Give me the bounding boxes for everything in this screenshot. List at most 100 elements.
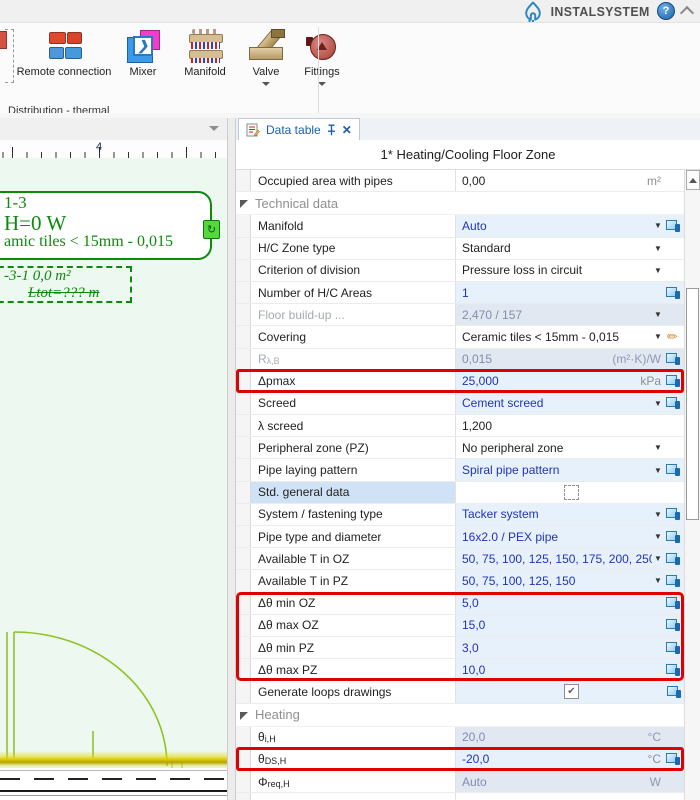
panel-collapse-icon[interactable] — [209, 126, 219, 131]
data-table-panel: Data table ✕ 1* Heating/Cooling Floor Zo… — [236, 118, 700, 800]
monitor-icon[interactable] — [666, 508, 680, 520]
table-row-dpmax-highlighted[interactable]: Δpmax 25,000kPa — [236, 371, 684, 393]
drawing-panel: 4 1-3 H=0 W amic tiles < 15mm - 0,015 ↻ … — [0, 118, 227, 800]
table-row[interactable]: Φreq,H AutoW — [236, 771, 684, 793]
table-row[interactable]: Number of H/C Areas 1 — [236, 282, 684, 304]
monitor-icon[interactable] — [666, 553, 680, 565]
instalsystem-window: INSTALSYSTEM ? Remote connection ❯ Mixer… — [0, 0, 700, 800]
collapse-ribbon-icon[interactable] — [680, 5, 694, 19]
dropdown-arrow-icon[interactable]: ▼ — [652, 510, 664, 519]
section-technical-data[interactable]: Technical data — [236, 192, 684, 215]
manifold-button[interactable]: Manifold — [170, 27, 240, 81]
brand-name: INSTALSYSTEM — [550, 4, 649, 19]
drawing-panel-header — [0, 118, 227, 141]
scroll-up-button[interactable] — [686, 170, 700, 190]
table-row-std-general-data[interactable]: Std. general data — [236, 482, 684, 504]
table-row[interactable]: System / fastening type Tacker system▼ — [236, 504, 684, 526]
monitor-icon[interactable] — [667, 686, 681, 698]
table-row[interactable]: Δθ max OZ 15,0 — [236, 615, 684, 637]
dropdown-arrow-icon[interactable]: ▼ — [652, 266, 664, 275]
door-arc-drawing — [0, 158, 227, 800]
checkbox-empty[interactable] — [564, 485, 579, 500]
dropdown-arrow-icon[interactable]: ▼ — [652, 332, 664, 341]
fittings-button[interactable]: Fittings — [292, 27, 352, 88]
pin-icon[interactable] — [327, 124, 336, 136]
dropdown-arrow-icon[interactable]: ▼ — [652, 532, 664, 541]
mixer-icon: ❯ — [126, 29, 160, 63]
monitor-icon[interactable] — [666, 464, 680, 476]
dropdown-arrow-icon[interactable]: ▼ — [652, 443, 664, 452]
panel-splitter[interactable] — [227, 118, 236, 800]
tab-data-table[interactable]: Data table ✕ — [238, 118, 360, 141]
dropdown-arrow-icon[interactable]: ▼ — [652, 399, 664, 408]
table-row[interactable]: Pipe type and diameter 16x2.0 / PEX pipe… — [236, 526, 684, 548]
table-row[interactable]: Δθ max PZ 10,0 — [236, 659, 684, 681]
table-row[interactable]: Available T in OZ 50, 75, 100, 125, 150,… — [236, 548, 684, 570]
table-row[interactable]: Covering Ceramic tiles < 15mm - 0,015▼✏ — [236, 326, 684, 348]
dropdown-arrow-icon[interactable]: ▼ — [652, 466, 664, 475]
monitor-icon[interactable] — [666, 664, 680, 676]
table-row[interactable]: Generate loops drawings ✔ — [236, 681, 684, 703]
table-row[interactable]: Δθ min OZ 5,0 — [236, 593, 684, 615]
wall-line — [0, 751, 227, 769]
table-row[interactable]: Available T in PZ 50, 75, 100, 125, 150▼ — [236, 570, 684, 592]
table-row[interactable]: Peripheral zone (PZ) No peripheral zone▼ — [236, 437, 684, 459]
table-row[interactable]: Pipe laying pattern Spiral pipe pattern▼ — [236, 459, 684, 481]
monitor-icon[interactable] — [666, 375, 680, 387]
horizontal-ruler: 4 — [0, 140, 227, 159]
scrollbar-thumb[interactable] — [686, 288, 699, 520]
fittings-dropdown-icon[interactable] — [318, 82, 326, 86]
tab-label: Data table — [266, 123, 321, 137]
dropdown-arrow-icon[interactable]: ▼ — [652, 554, 664, 563]
instalsystem-logo-icon — [523, 1, 543, 22]
monitor-icon[interactable] — [666, 619, 680, 631]
dropdown-arrow-icon[interactable]: ▼ — [652, 576, 664, 585]
table-row-theta-ds-highlighted[interactable]: θDS,H -20,0°C — [236, 749, 684, 771]
table-row[interactable]: Δθ min PZ 3,0 — [236, 637, 684, 659]
remote-connection-button[interactable]: Remote connection — [12, 27, 116, 81]
table-row-partial — [236, 793, 684, 800]
monitor-icon[interactable] — [666, 531, 680, 543]
wall-section-drawing — [0, 768, 227, 800]
remote-connection-icon — [47, 29, 81, 63]
table-row[interactable]: Screed Cement screed▼ — [236, 393, 684, 415]
help-button[interactable]: ? — [657, 2, 675, 20]
selection-title: 1* Heating/Cooling Floor Zone — [236, 140, 700, 170]
checkbox-checked[interactable]: ✔ — [564, 684, 579, 699]
title-bar: INSTALSYSTEM ? — [0, 0, 700, 23]
table-row[interactable]: Occupied area with pipes 0,00m² — [236, 170, 684, 192]
monitor-icon[interactable] — [666, 287, 680, 299]
monitor-icon[interactable] — [666, 220, 680, 232]
table-row[interactable]: θi,H 20,0°C — [236, 727, 684, 749]
monitor-icon[interactable] — [666, 642, 680, 654]
value-cell[interactable]: 0,00m² — [456, 170, 684, 191]
tab-strip: Data table ✕ — [236, 118, 700, 141]
table-row[interactable]: λ screed 1,200 — [236, 415, 684, 437]
valve-dropdown-icon[interactable] — [262, 82, 270, 86]
collapse-triangle-icon — [240, 200, 248, 208]
table-row[interactable]: H/C Zone type Standard▼ — [236, 238, 684, 260]
table-row[interactable]: Floor build-up ... 2,470 / 157▼ — [236, 304, 684, 326]
table-row[interactable]: Rλ,B 0,015(m²·K)/W — [236, 349, 684, 371]
monitor-icon[interactable] — [666, 597, 680, 609]
table-row[interactable]: Criterion of division Pressure loss in c… — [236, 260, 684, 282]
valve-icon — [249, 29, 283, 63]
dropdown-arrow-icon[interactable]: ▼ — [652, 221, 664, 230]
monitor-icon[interactable] — [666, 353, 680, 365]
section-heating[interactable]: Heating — [236, 704, 684, 727]
ribbon: Remote connection ❯ Mixer Manifold Valve… — [0, 23, 700, 114]
valve-button[interactable]: Valve — [240, 27, 292, 88]
property-table: Occupied area with pipes 0,00m² Technica… — [236, 170, 684, 800]
cad-canvas[interactable]: 1-3 H=0 W amic tiles < 15mm - 0,015 ↻ -3… — [0, 158, 227, 800]
vertical-scrollbar[interactable] — [684, 170, 700, 800]
mixer-button[interactable]: ❯ Mixer — [116, 27, 170, 81]
monitor-icon[interactable] — [666, 753, 680, 765]
close-icon[interactable]: ✕ — [342, 124, 352, 136]
table-row[interactable]: Manifold Auto▼ — [236, 215, 684, 237]
dropdown-arrow-icon[interactable]: ▼ — [652, 244, 664, 253]
dropdown-arrow-icon[interactable]: ▼ — [652, 310, 664, 319]
edit-pencil-icon[interactable]: ✏ — [667, 330, 678, 343]
monitor-icon[interactable] — [666, 397, 680, 409]
fittings-icon — [305, 29, 339, 63]
monitor-icon[interactable] — [666, 575, 680, 587]
